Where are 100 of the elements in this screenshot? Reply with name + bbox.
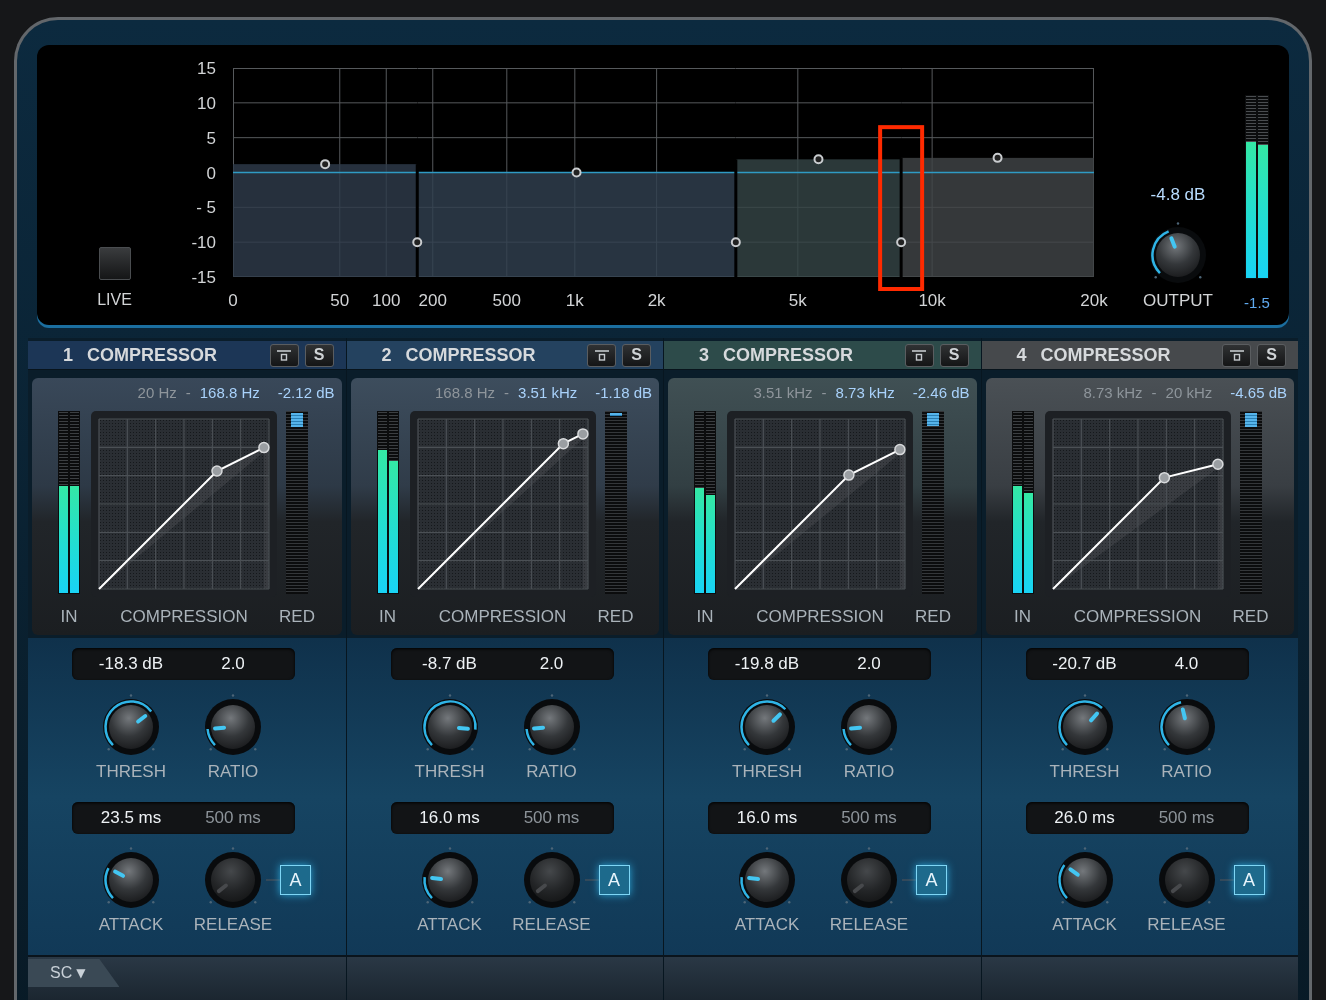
axis-label: -10: [191, 233, 216, 253]
release-value: 500 ms: [522, 807, 581, 830]
knob-label: RELEASE: [1146, 915, 1227, 935]
frequency-high: 8.73 kHz: [835, 384, 895, 402]
range-dash: -: [185, 384, 191, 402]
range-dash: -: [821, 384, 827, 402]
axis-label: 2k: [647, 291, 666, 310]
bypass-button[interactable]: [1222, 343, 1251, 367]
threshold-value: -19.8 dB: [733, 653, 801, 676]
axis-label: 50: [330, 291, 350, 310]
frequency-high: 168.8 Hz: [199, 384, 260, 402]
axis-label: 200: [418, 291, 447, 310]
meter-reading: -1.5: [1244, 294, 1270, 312]
gain-readout: -2.12 dB: [277, 384, 335, 402]
axis-label: 15: [197, 59, 216, 78]
knob-label: RELEASE: [511, 915, 592, 935]
handle-icon[interactable]: [320, 159, 331, 170]
graph-label: COMPRESSION: [438, 607, 567, 627]
bypass-button[interactable]: [587, 343, 616, 367]
solo-button[interactable]: S: [622, 343, 651, 367]
handle-icon[interactable]: [813, 154, 824, 165]
axis-label: 1k: [565, 291, 584, 310]
knob-label: RELEASE: [192, 915, 274, 935]
knob-label: RELEASE: [828, 915, 910, 935]
auto-release-button[interactable]: A: [916, 865, 947, 895]
ratio-value: 4.0: [1173, 653, 1200, 676]
bypass-button[interactable]: [904, 343, 934, 367]
axis-label: 100: [372, 291, 401, 310]
meter-label: IN: [379, 607, 396, 627]
knob-label: RATIO: [206, 762, 260, 782]
axis-label: 500: [492, 291, 521, 310]
knob-label: THRESH: [1048, 762, 1121, 782]
axis-label: 5k: [788, 291, 807, 310]
meter-label: RED: [915, 607, 951, 627]
band-title: COMPRESSOR: [723, 344, 854, 366]
graph-label: COMPRESSION: [1073, 607, 1202, 627]
solo-button[interactable]: S: [939, 343, 969, 367]
release-value: 500 ms: [1157, 807, 1216, 830]
band-number: 1: [63, 344, 73, 366]
band-title: COMPRESSOR: [87, 344, 218, 366]
axis-label: 20k: [1080, 291, 1108, 310]
frequency-low: 8.73 kHz: [1083, 384, 1143, 402]
solo-button[interactable]: S: [304, 343, 334, 367]
handle-icon[interactable]: [730, 237, 741, 248]
handle-icon[interactable]: [571, 167, 582, 178]
release-value: 500 ms: [840, 807, 898, 830]
release-value: 500 ms: [204, 807, 262, 830]
auto-release-button[interactable]: A: [598, 865, 630, 895]
square-icon: [277, 349, 291, 361]
live-label: LIVE: [97, 291, 132, 309]
knob-label: THRESH: [413, 762, 486, 782]
meter-label: RED: [597, 607, 634, 627]
axis-label: - 5: [196, 198, 216, 218]
graph-label: COMPRESSION: [120, 607, 248, 627]
knob-label: RATIO: [842, 762, 896, 782]
range-dash: -: [504, 384, 510, 402]
square-icon: [912, 349, 926, 361]
solo-button[interactable]: S: [1257, 343, 1286, 367]
bypass-button[interactable]: [269, 343, 299, 367]
auto-release-button[interactable]: A: [280, 865, 311, 895]
axis-label: 10k: [918, 291, 946, 310]
handle-icon[interactable]: [412, 237, 423, 248]
threshold-value: -8.7 dB: [421, 653, 478, 676]
auto-release-button[interactable]: A: [1233, 865, 1265, 895]
axis-label: 10: [197, 93, 216, 113]
axis-label: 0: [206, 163, 216, 183]
gain-readout: -1.18 dB: [595, 384, 652, 402]
output-label: OUTPUT: [1143, 291, 1213, 311]
threshold-value: -18.3 dB: [97, 653, 165, 676]
band-title: COMPRESSOR: [1040, 344, 1171, 366]
meter-label: RED: [279, 607, 315, 627]
band-number: 4: [1016, 344, 1027, 366]
frequency-low: 3.51 kHz: [753, 384, 813, 402]
output-readout: -4.8 dB: [1150, 185, 1206, 205]
axis-label: 5: [206, 128, 216, 148]
axis-label: 0: [228, 291, 238, 310]
knob-label: ATTACK: [733, 915, 801, 935]
attack-value: 16.0 ms: [418, 807, 481, 830]
sidechain-dropdown[interactable]: SC ▼: [28, 959, 120, 987]
band-number: 2: [381, 344, 392, 366]
knob-label: RATIO: [1160, 762, 1213, 782]
meter-label: RED: [1232, 607, 1269, 627]
knob-label: THRESH: [731, 762, 803, 782]
ratio-value: 2.0: [538, 653, 565, 676]
range-dash: -: [1151, 384, 1157, 402]
ratio-value: 2.0: [856, 653, 882, 676]
band-title: COMPRESSOR: [405, 344, 536, 366]
frequency-low: 20 Hz: [137, 384, 177, 402]
gain-readout: -4.65 dB: [1230, 384, 1287, 402]
handle-icon[interactable]: [992, 152, 1003, 163]
frequency-high: 3.51 kHz: [518, 384, 578, 402]
attack-value: 26.0 ms: [1053, 807, 1116, 830]
meter-label: IN: [60, 607, 78, 627]
graph-label: COMPRESSION: [756, 607, 884, 627]
axis-label: -15: [191, 268, 216, 287]
threshold-value: -20.7 dB: [1051, 653, 1118, 676]
frequency-low: 168.8 Hz: [435, 384, 496, 402]
attack-value: 23.5 ms: [99, 807, 163, 830]
ratio-value: 2.0: [220, 653, 246, 676]
handle-icon[interactable]: [896, 237, 907, 248]
